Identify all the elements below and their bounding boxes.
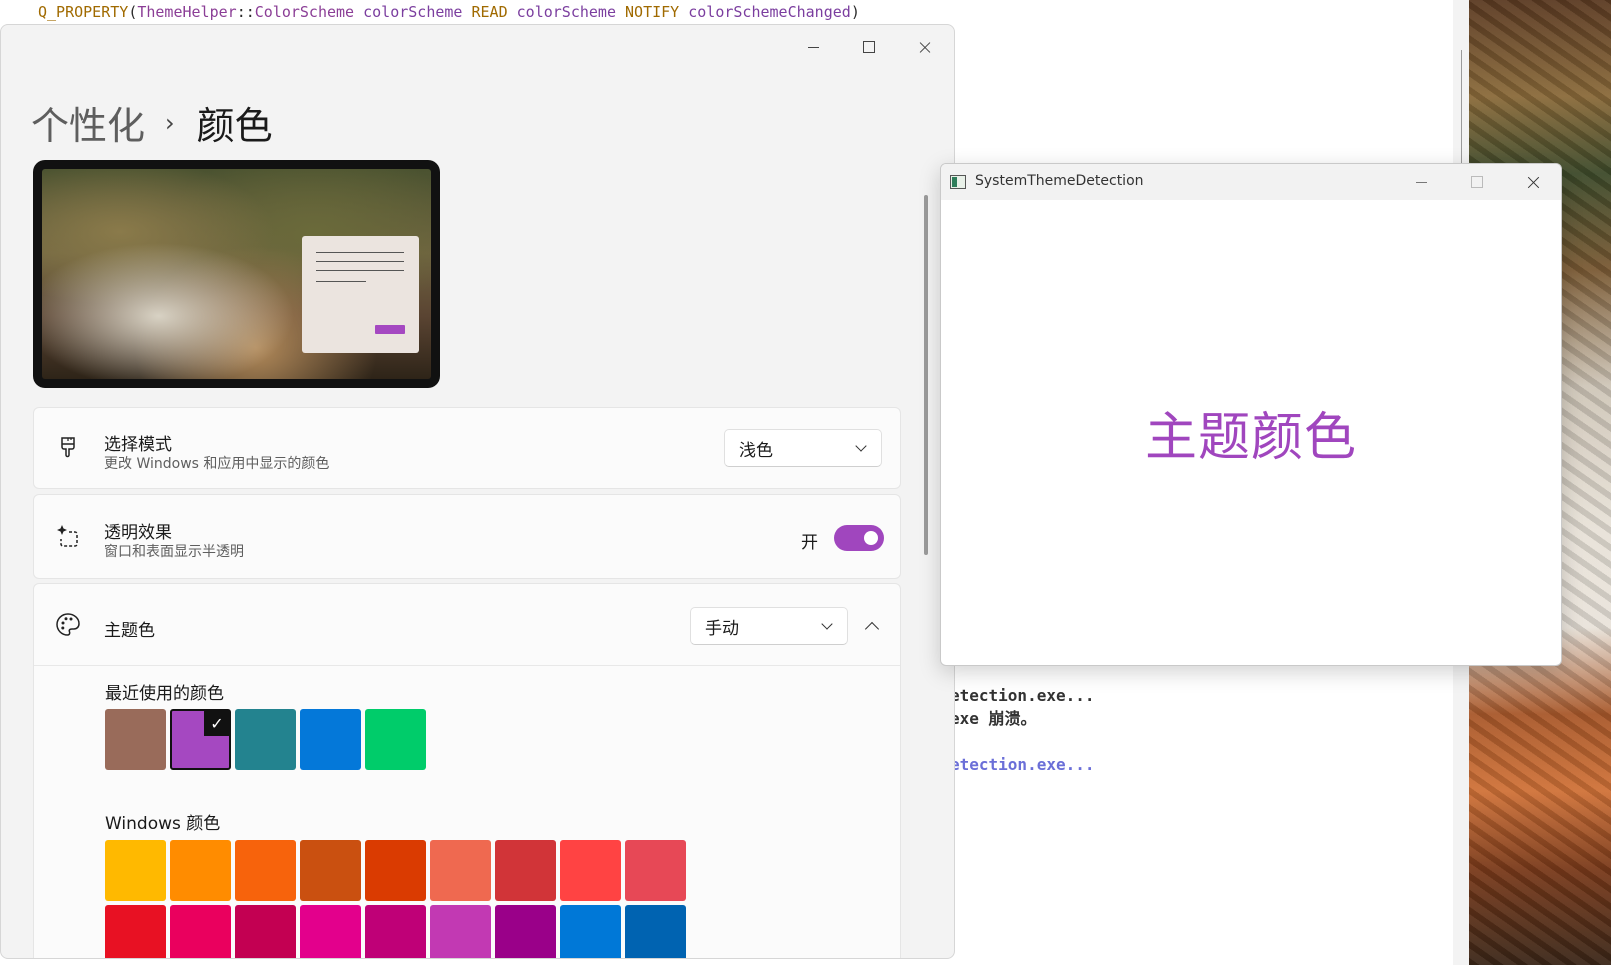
preview-text-line: [316, 252, 404, 253]
windows-color-swatch[interactable]: [365, 840, 426, 901]
preview-accent-button: [375, 325, 405, 334]
breadcrumb-parent[interactable]: 个性化: [31, 95, 145, 150]
windows-color-swatch[interactable]: [495, 905, 556, 958]
code-signal: colorSchemeChanged: [688, 3, 851, 21]
mode-dropdown[interactable]: 浅色: [724, 429, 882, 467]
code-type-namespace: ThemeHelper: [137, 3, 237, 21]
recent-color-swatch[interactable]: ✓: [170, 709, 231, 770]
mode-card: 选择模式 更改 Windows 和应用中显示的颜色 浅色: [33, 407, 901, 489]
windows-color-swatch[interactable]: [170, 840, 231, 901]
code-paren-open: (: [128, 3, 138, 21]
windows-color-swatch[interactable]: [300, 840, 361, 901]
preview-window-sample: [302, 236, 419, 353]
qt-window-title: SystemThemeDetection: [975, 173, 1144, 189]
output-line: exe 崩溃。: [950, 709, 1037, 728]
qt-minimize-button[interactable]: [1401, 170, 1441, 194]
preview-text-line: [316, 270, 404, 271]
accent-mode-dropdown[interactable]: 手动: [690, 607, 848, 645]
transparency-state-label: 开: [801, 533, 818, 553]
preview-text-line: [316, 281, 366, 282]
windows-color-swatch[interactable]: [495, 840, 556, 901]
code-read-var: colorScheme: [516, 3, 616, 21]
chevron-up-icon[interactable]: [858, 612, 886, 640]
transparency-toggle[interactable]: [834, 525, 884, 551]
chevron-down-icon: [821, 618, 833, 630]
windows-color-swatch[interactable]: [430, 840, 491, 901]
code-type-name: ColorScheme: [254, 3, 355, 21]
theme-color-label: 主题颜色: [1144, 408, 1357, 468]
transparency-effects-icon: [54, 523, 82, 551]
code-notify-keyword: NOTIFY: [625, 3, 680, 21]
minimize-button[interactable]: [793, 33, 833, 61]
windows-color-swatch[interactable]: [235, 905, 296, 958]
code-read-keyword: READ: [471, 3, 508, 21]
windows-color-swatch[interactable]: [235, 840, 296, 901]
code-editor-line: Q_PROPERTY(ThemeHelper::ColorScheme colo…: [38, 3, 860, 21]
wallpaper-preview-image: [42, 169, 431, 379]
close-button[interactable]: [905, 33, 945, 61]
recent-color-swatch[interactable]: [235, 709, 296, 770]
paintbrush-icon: [54, 435, 82, 463]
mode-title: 选择模式: [104, 435, 172, 455]
windows-color-swatch[interactable]: [365, 905, 426, 958]
checkmark-icon: ✓: [204, 710, 230, 736]
recent-color-swatch[interactable]: [105, 709, 166, 770]
accent-title: 主题色: [104, 621, 155, 641]
code-paren-close: ): [850, 3, 860, 21]
settings-window: 个性化 › 颜色 选择模式 更改 Windows 和应用中显示的颜色 浅色 透明…: [0, 24, 955, 959]
output-line: etection.exe...: [950, 686, 1095, 705]
qt-titlebar[interactable]: SystemThemeDetection: [941, 164, 1561, 200]
qt-close-button[interactable]: [1513, 170, 1553, 194]
windows-color-swatch[interactable]: [625, 840, 686, 901]
output-panel: etection.exe... exe 崩溃。 etection.exe...: [950, 684, 1095, 776]
code-macro: Q_PROPERTY: [38, 3, 129, 21]
recent-color-swatch[interactable]: [300, 709, 361, 770]
theme-preview: [33, 160, 440, 388]
transparency-title: 透明效果: [104, 523, 172, 543]
maximize-button[interactable]: [849, 33, 889, 61]
accent-card: 主题色 手动 最近使用的颜色 ✓ Windows 颜色: [33, 583, 901, 958]
windows-color-swatch[interactable]: [105, 840, 166, 901]
page-title: 颜色: [196, 104, 273, 148]
palette-icon: [54, 611, 82, 639]
breadcrumb: 个性化 › 颜色: [31, 95, 273, 150]
accent-mode-value: 手动: [705, 618, 739, 639]
settings-scrollbar[interactable]: [924, 195, 928, 555]
qt-maximize-button[interactable]: [1457, 170, 1497, 194]
chevron-down-icon: [855, 440, 867, 452]
code-scope: ::: [236, 3, 255, 21]
code-var: colorScheme: [363, 3, 463, 21]
windows-color-swatch[interactable]: [170, 905, 231, 958]
chevron-right-icon: ›: [165, 108, 175, 137]
app-window-icon: [950, 175, 966, 189]
output-line: etection.exe...: [950, 755, 1095, 774]
recent-color-swatch[interactable]: [365, 709, 426, 770]
preview-text-line: [316, 261, 404, 262]
accent-card-header[interactable]: 主题色 手动: [34, 584, 900, 666]
mode-dropdown-value: 浅色: [739, 440, 773, 461]
mode-subtitle: 更改 Windows 和应用中显示的颜色: [104, 456, 330, 472]
windows-color-swatch[interactable]: [105, 905, 166, 958]
qt-content-area: 主题颜色: [941, 200, 1561, 665]
windows-colors-label: Windows 颜色: [105, 814, 221, 834]
system-theme-detection-window: SystemThemeDetection 主题颜色: [940, 163, 1562, 666]
toggle-knob: [864, 531, 878, 545]
transparency-subtitle: 窗口和表面显示半透明: [104, 544, 244, 560]
recent-colors-label: 最近使用的颜色: [105, 684, 224, 704]
windows-color-swatch[interactable]: [300, 905, 361, 958]
windows-color-swatch[interactable]: [625, 905, 686, 958]
windows-color-swatch[interactable]: [560, 905, 621, 958]
windows-color-swatch[interactable]: [430, 905, 491, 958]
windows-color-swatch[interactable]: [560, 840, 621, 901]
transparency-card: 透明效果 窗口和表面显示半透明 开: [33, 494, 901, 579]
